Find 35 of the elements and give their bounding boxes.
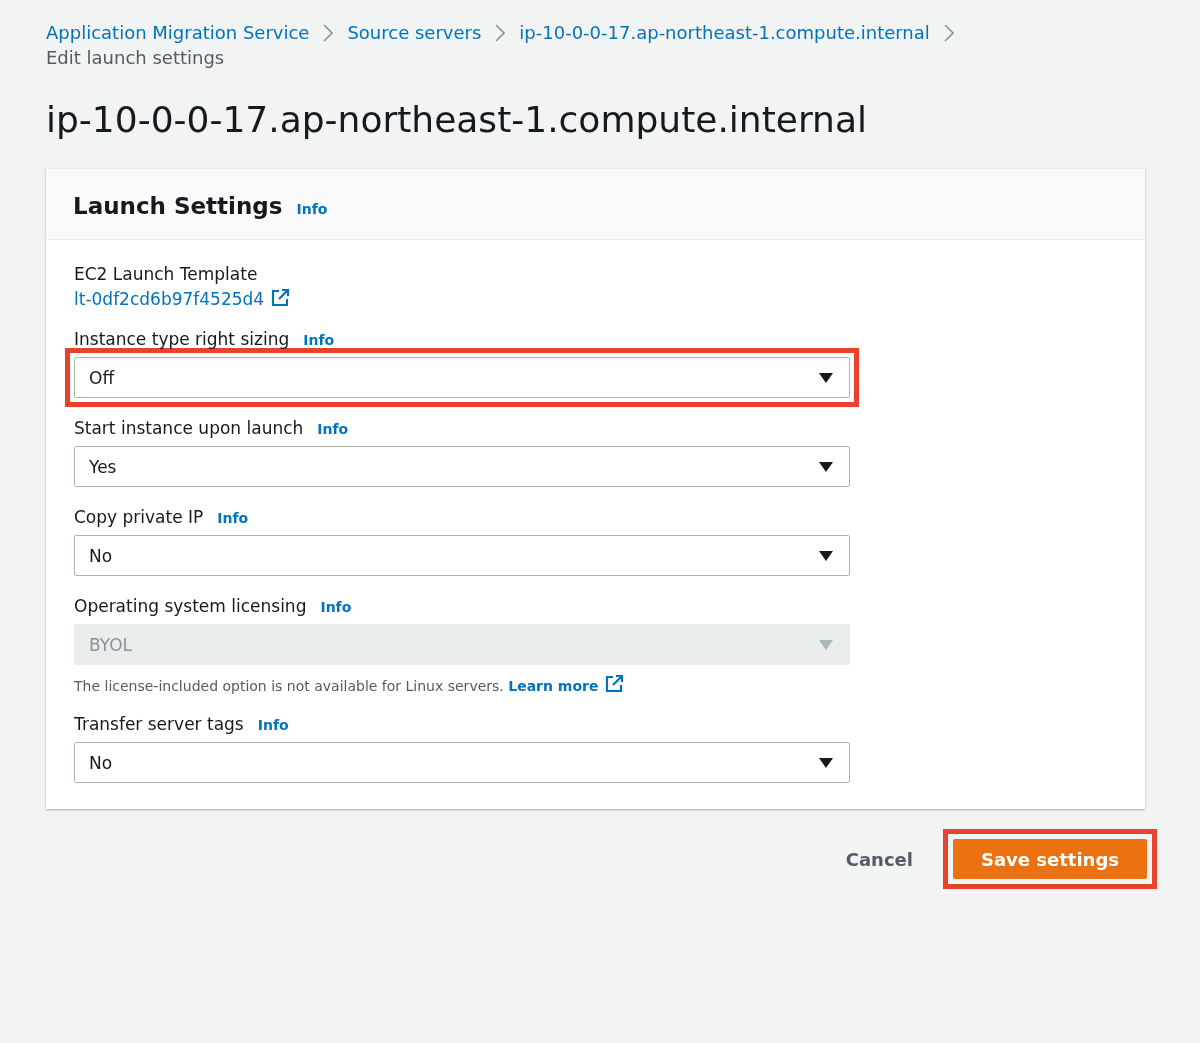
external-link-icon bbox=[604, 674, 625, 694]
breadcrumb-link[interactable]: ip-10-0-0-17.ap-northeast-1.compute.internal bbox=[519, 22, 930, 43]
chevron-right-icon bbox=[495, 23, 506, 42]
template-link[interactable]: lt-0df2cd6b97f4525d4 bbox=[74, 289, 265, 309]
hint-text: The license-included option is not available for Linux servers. bbox=[74, 678, 505, 694]
dropdown-select[interactable]: No bbox=[74, 742, 850, 783]
field-label: Transfer server tags bbox=[74, 714, 244, 734]
caret-down-icon bbox=[819, 550, 833, 561]
current-page-label: Edit launch settings bbox=[46, 47, 226, 68]
field-label: EC2 Launch Template bbox=[74, 264, 258, 284]
chevron-right-icon bbox=[943, 23, 954, 42]
dropdown-select[interactable]: Yes bbox=[74, 446, 850, 487]
dropdown-select[interactable]: No bbox=[74, 535, 850, 576]
info-link[interactable]: Info bbox=[303, 332, 335, 348]
info-link[interactable]: Info bbox=[257, 717, 289, 733]
info-link[interactable]: Info bbox=[296, 201, 328, 217]
field-label: Copy private IP bbox=[74, 507, 204, 527]
breadcrumb-link[interactable]: Application Migration Service bbox=[46, 22, 310, 43]
info-link[interactable]: Info bbox=[217, 510, 249, 526]
dropdown-select[interactable]: Off bbox=[74, 357, 850, 398]
cancel-button[interactable]: Cancel bbox=[841, 842, 917, 876]
caret-down-icon bbox=[819, 461, 833, 472]
chevron-right-icon bbox=[323, 23, 334, 42]
caret-down-icon bbox=[819, 639, 833, 650]
save-button[interactable]: Save settings bbox=[952, 839, 1147, 879]
page-title: ip-10-0-0-17.ap-northeast-1.compute.internal bbox=[46, 98, 868, 142]
field-label: Operating system licensing bbox=[74, 596, 307, 616]
breadcrumb-link[interactable]: Source servers bbox=[347, 22, 482, 43]
caret-down-icon bbox=[819, 757, 833, 768]
field-label: Instance type right sizing bbox=[74, 329, 290, 349]
field-label: Start instance upon launch bbox=[74, 418, 304, 438]
info-link[interactable]: Info bbox=[317, 421, 349, 437]
panel-title: Launch Settings bbox=[73, 193, 283, 219]
external-link-icon bbox=[270, 288, 291, 308]
caret-down-icon bbox=[819, 372, 833, 383]
